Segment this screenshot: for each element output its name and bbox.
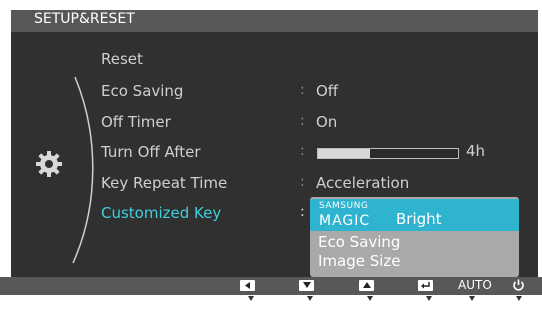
enter-icon: [418, 279, 433, 291]
down-button[interactable]: [299, 278, 314, 292]
separator-colon: :: [300, 174, 305, 190]
up-button-pointer: [367, 296, 373, 301]
separator-colon: :: [300, 143, 305, 159]
auto-label: AUTO: [458, 278, 492, 292]
dropdown-option-label: Bright: [396, 210, 442, 228]
separator-colon: :: [300, 204, 305, 220]
off-timer-value: On: [316, 113, 338, 131]
title-bar: SETUP&RESET: [11, 10, 538, 32]
power-icon: [513, 279, 524, 291]
gear-icon: [36, 151, 62, 177]
menu-item-eco-saving[interactable]: Eco Saving: [101, 82, 183, 100]
samsung-magic-logo: SAMSUNG MAGIC: [319, 201, 370, 229]
menu-item-turn-off-after[interactable]: Turn Off After: [101, 143, 201, 161]
left-arrow-icon: [240, 279, 255, 291]
menu-item-reset[interactable]: Reset: [101, 50, 143, 68]
left-button-pointer: [248, 296, 254, 301]
separator-colon: :: [300, 82, 305, 98]
down-arrow-icon: [299, 279, 314, 291]
eco-saving-value: Off: [316, 82, 339, 100]
turn-off-after-value: 4h: [466, 142, 486, 160]
menu-item-key-repeat-time[interactable]: Key Repeat Time: [101, 174, 227, 192]
up-button[interactable]: [359, 278, 374, 292]
left-button[interactable]: [240, 278, 255, 292]
dropdown-option-image-size[interactable]: Image Size: [310, 252, 519, 272]
separator-colon: :: [300, 113, 305, 129]
dropdown-option-label: Eco Saving: [318, 233, 401, 251]
power-button-pointer: [516, 296, 522, 301]
auto-button-pointer: [469, 296, 475, 301]
osd-menu: SETUP&RESET Reset Eco Saving : Off Off T…: [11, 10, 538, 280]
turn-off-after-slider[interactable]: [317, 148, 459, 159]
dropdown-option-eco-saving[interactable]: Eco Saving: [310, 233, 519, 253]
dropdown-option-label: Image Size: [318, 252, 401, 270]
customized-key-dropdown[interactable]: SAMSUNG MAGIC Bright Eco Saving Image Si…: [310, 197, 519, 277]
auto-button[interactable]: AUTO: [458, 278, 492, 292]
down-button-pointer: [307, 296, 313, 301]
enter-button-pointer: [426, 296, 432, 301]
key-repeat-time-value: Acceleration: [316, 174, 410, 192]
up-arrow-icon: [359, 279, 374, 291]
menu-title: SETUP&RESET: [34, 11, 135, 27]
slider-fill: [318, 149, 370, 158]
brand-samsung-text: SAMSUNG: [319, 201, 369, 211]
menu-item-customized-key[interactable]: Customized Key: [101, 204, 221, 222]
menu-item-off-timer[interactable]: Off Timer: [101, 113, 171, 131]
dropdown-option-magic-bright[interactable]: SAMSUNG MAGIC Bright: [310, 199, 519, 231]
menu-arc-decoration: [72, 76, 94, 264]
brand-magic-text: MAGIC: [319, 213, 371, 229]
power-button[interactable]: [512, 278, 525, 292]
enter-button[interactable]: [418, 278, 433, 292]
